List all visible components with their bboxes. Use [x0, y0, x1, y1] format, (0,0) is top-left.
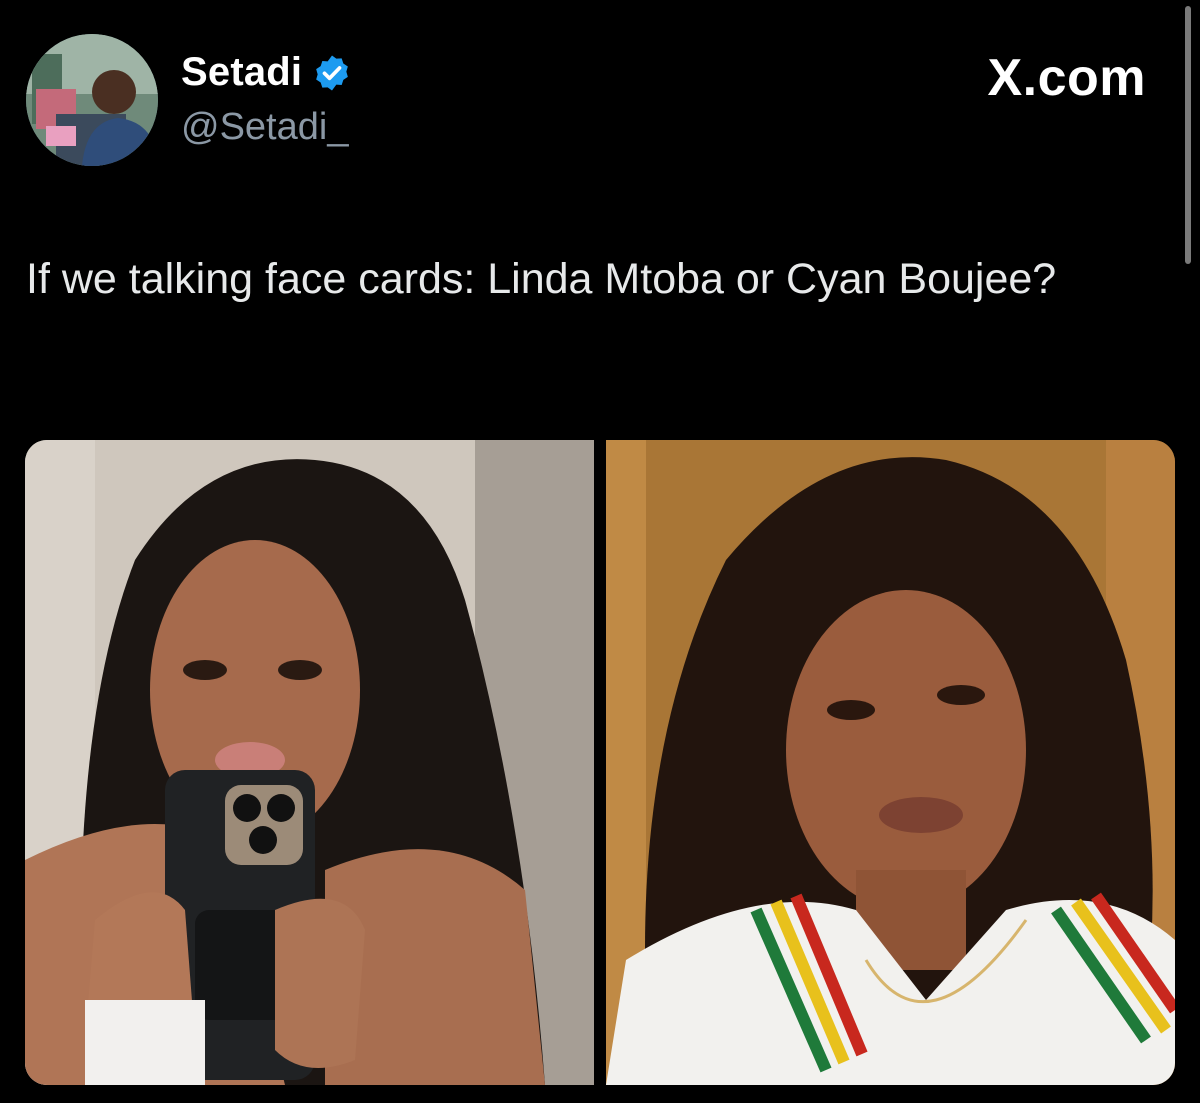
profile-photo-icon [26, 34, 158, 166]
photo-woman-braids-mirror-selfie-icon [25, 440, 594, 1085]
author-display-name[interactable]: Setadi [181, 50, 302, 95]
author-name-row: Setadi [181, 50, 352, 95]
tweet-text: If we talking face cards: Linda Mtoba or… [26, 255, 1057, 303]
verified-badge-icon [316, 55, 349, 90]
media-photo-left[interactable] [25, 440, 594, 1085]
avatar[interactable] [26, 34, 158, 166]
tweet-media-grid [25, 440, 1175, 1085]
brand-watermark: X.com [987, 49, 1146, 107]
tweet-screenshot: Setadi @Setadi_ X.com If we talking face… [0, 0, 1200, 1103]
scrollbar[interactable] [1185, 6, 1191, 264]
photo-woman-dark-hair-portrait-icon [606, 440, 1175, 1085]
media-photo-right[interactable] [606, 440, 1175, 1085]
author-handle[interactable]: @Setadi_ [181, 106, 348, 149]
